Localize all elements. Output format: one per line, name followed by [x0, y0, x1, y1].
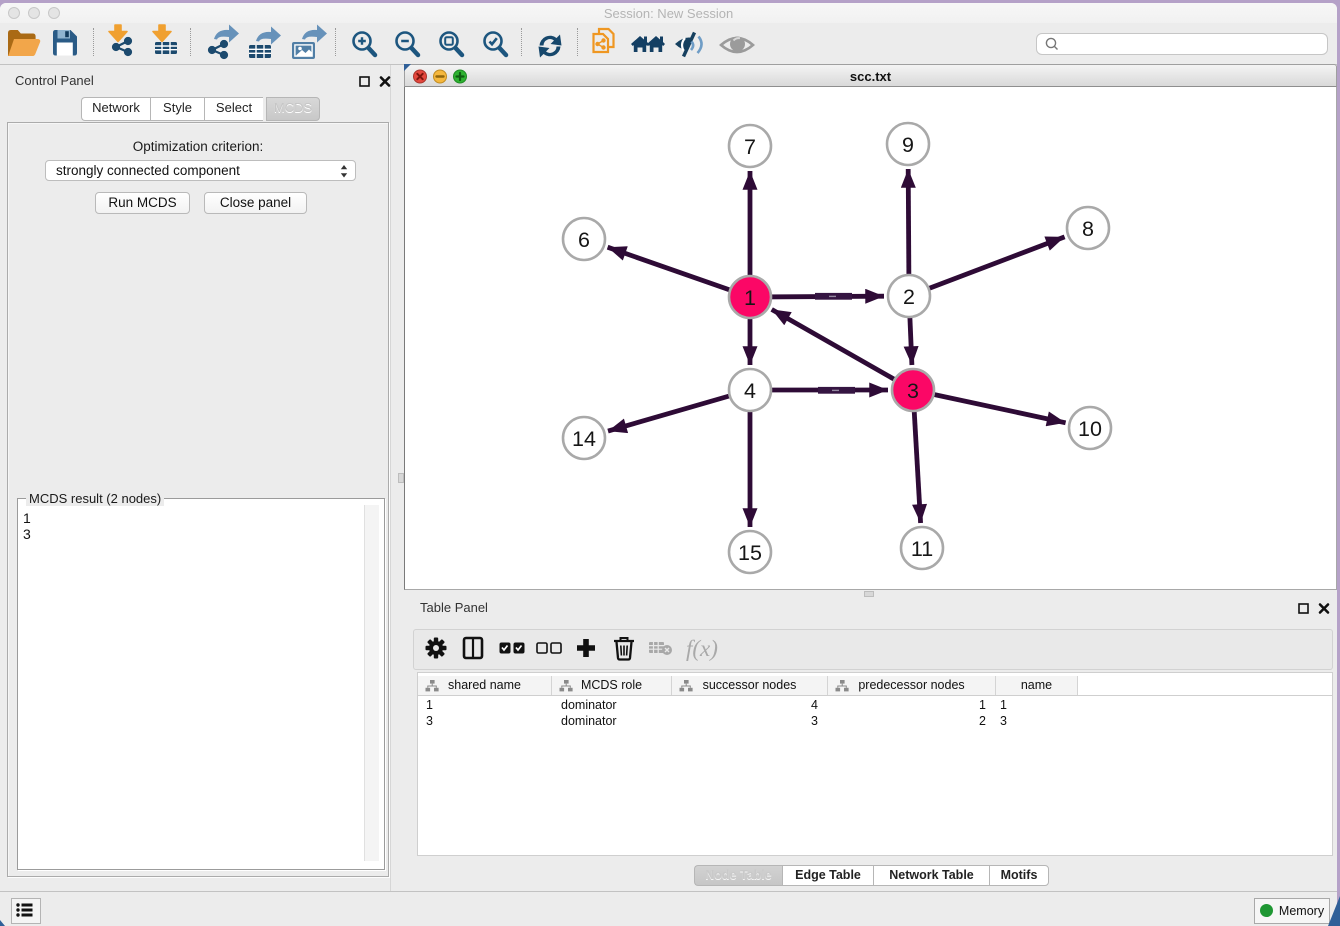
svg-text:1: 1 — [744, 286, 756, 310]
svg-text:2: 2 — [903, 285, 915, 309]
svg-text:f(x): f(x) — [686, 636, 718, 661]
svg-text:4: 4 — [744, 379, 756, 403]
svg-text:3: 3 — [907, 379, 919, 403]
svg-text:15: 15 — [738, 541, 762, 565]
svg-text:11: 11 — [911, 537, 933, 561]
svg-text:14: 14 — [572, 427, 596, 451]
svg-text:10: 10 — [1078, 417, 1102, 441]
svg-text:9: 9 — [902, 133, 914, 157]
svg-text:8: 8 — [1082, 217, 1094, 241]
svg-text:6: 6 — [578, 228, 590, 252]
svg-text:7: 7 — [744, 135, 756, 159]
